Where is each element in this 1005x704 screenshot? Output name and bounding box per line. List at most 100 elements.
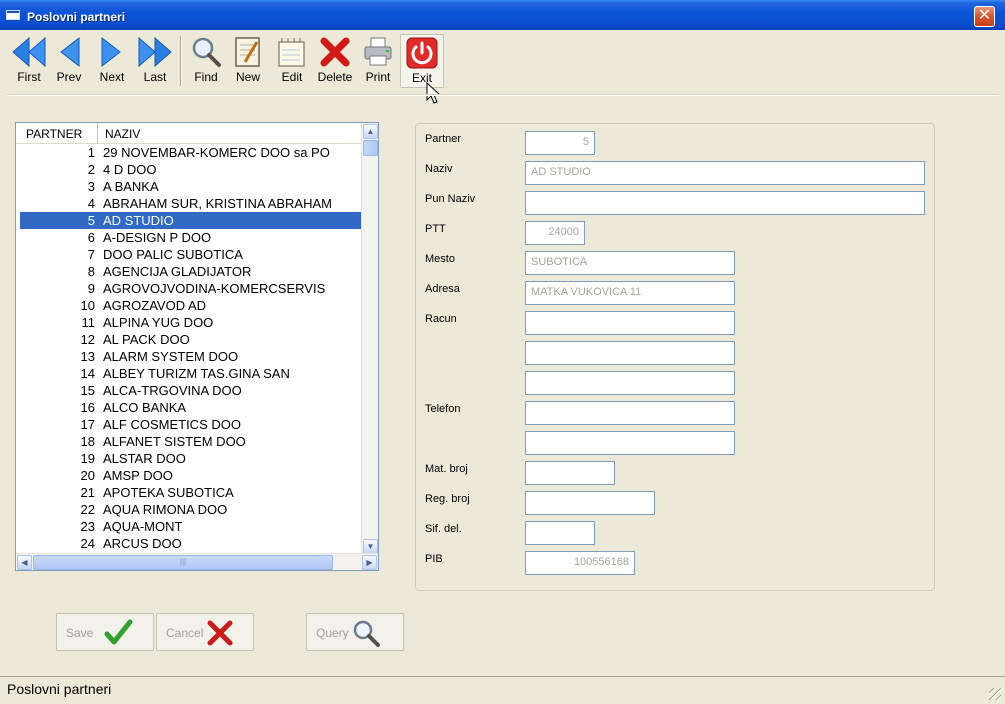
label-ptt: PTT [425,223,446,235]
label-pun-naziv: Pun Naziv [425,193,476,205]
table-row[interactable]: 22 AQUA RIMONA DOO [20,501,376,518]
find-button[interactable]: Find [184,34,228,88]
table-row[interactable]: 11 ALPINA YUG DOO [20,314,376,331]
list-rows: 1 29 NOVEMBAR-KOMERC DOO sa PO 2 4 D DOO 3 A … [20,144,376,552]
table-row[interactable]: 8 AGENCIJA GLADIJATOR [20,263,376,280]
table-row[interactable]: 7 DOO PALIC SUBOTICA [20,246,376,263]
new-label: New [235,70,260,84]
query-button[interactable]: Query [306,613,404,651]
table-row[interactable]: 4 ABRAHAM SUR, KRISTINA ABRAHAM [20,195,376,212]
table-row[interactable]: 14 ALBEY TURIZM TAS.GINA SAN [20,365,376,382]
row-partner-name: AQUA-MONT [103,519,183,534]
label-mat-broj: Mat. broj [425,463,468,475]
delete-button[interactable]: Delete [313,34,357,88]
partner-field[interactable]: 5 [525,131,595,155]
telefon-field-2[interactable] [525,431,735,455]
scroll-right-button[interactable]: ▶ [362,555,377,570]
print-button[interactable]: Print [356,34,400,88]
table-row[interactable]: 9 AGROVOJVODINA-KOMERCSERVIS [20,280,376,297]
row-partner-name: ABRAHAM SUR, KRISTINA ABRAHAM [103,196,332,211]
table-row[interactable]: 6 A-DESIGN P DOO [20,229,376,246]
vertical-scrollbar[interactable]: ▲ ▼ [361,123,378,555]
pib-field[interactable]: 100556168 [525,551,635,575]
ptt-field[interactable]: 24000 [525,221,585,245]
partner-list[interactable]: PARTNER NAZIV 1 29 NOVEMBAR-KOMERC DOO sa… [15,122,379,571]
table-row[interactable]: 15 ALCA-TRGOVINA DOO [20,382,376,399]
column-header-naziv[interactable]: NAZIV [99,123,365,144]
table-row[interactable]: 20 AMSP DOO [20,467,376,484]
row-partner-number: 21 [80,485,95,500]
sif-del-field[interactable] [525,521,595,545]
row-partner-name: AGROVOJVODINA-KOMERCSERVIS [103,281,326,296]
next-label: Next [99,70,125,84]
table-row[interactable]: 1 29 NOVEMBAR-KOMERC DOO sa PO [20,144,376,161]
toolbar-divider [7,94,999,96]
reg-broj-field[interactable] [525,491,655,515]
save-button[interactable]: Save [56,613,154,651]
adresa-field[interactable]: MATKA VUKOVICA 11 [525,281,735,305]
row-partner-number: 13 [80,349,95,364]
racun-field-1[interactable] [525,311,735,335]
row-partner-number: 9 [87,281,95,296]
scroll-left-button[interactable]: ◀ [17,555,32,570]
magnifier-icon [192,37,221,67]
label-partner: Partner [425,133,462,145]
table-row[interactable]: 23 AQUA-MONT [20,518,376,535]
horizontal-scroll-thumb[interactable]: ||| [33,555,333,570]
horizontal-scrollbar[interactable]: ◀ ||| ▶ [16,553,378,570]
row-partner-name: AD STUDIO [103,213,174,228]
row-partner-number: 12 [80,332,95,347]
new-button[interactable]: New [226,34,270,88]
table-row[interactable]: 21 APOTEKA SUBOTICA [20,484,376,501]
checkmark-icon [104,619,133,645]
delete-x-icon [320,37,350,67]
naziv-field[interactable]: AD STUDIO [525,161,925,185]
prev-button[interactable]: Prev [47,34,91,88]
close-button[interactable]: ✕ [974,6,995,27]
row-partner-name: ALCA-TRGOVINA DOO [103,383,242,398]
find-label: Find [194,70,218,84]
row-partner-number: 20 [80,468,95,483]
status-bar: Poslovni partneri [0,676,1005,704]
row-partner-number: 1 [87,145,95,160]
first-button[interactable]: First [7,34,51,88]
vertical-scroll-thumb[interactable] [363,140,378,156]
scroll-down-button[interactable]: ▼ [363,539,378,554]
next-button[interactable]: Next [90,34,134,88]
first-icon [12,36,46,68]
table-row[interactable]: 13 ALARM SYSTEM DOO [20,348,376,365]
mat-broj-field[interactable] [525,461,615,485]
telefon-field-1[interactable] [525,401,735,425]
edit-button[interactable]: Edit [270,34,314,88]
table-row[interactable]: 2 4 D DOO [20,161,376,178]
table-row[interactable]: 17 ALF COSMETICS DOO [20,416,376,433]
last-button[interactable]: Last [133,34,177,88]
table-row[interactable]: 16 ALCO BANKA [20,399,376,416]
exit-button[interactable]: Exit [400,34,444,88]
table-row[interactable]: 10 AGROZAVOD AD [20,297,376,314]
column-header-partner[interactable]: PARTNER [16,123,98,144]
row-partner-number: 11 [81,315,96,330]
table-row[interactable]: 19 ALSTAR DOO [20,450,376,467]
table-row[interactable]: 12 AL PACK DOO [20,331,376,348]
table-row[interactable]: 24 ARCUS DOO [20,535,376,552]
resize-grip-icon[interactable] [989,688,1001,700]
row-partner-name: ALPINA YUG DOO [103,315,214,330]
cancel-button[interactable]: Cancel [156,613,254,651]
label-reg-broj: Reg. broj [425,493,470,505]
pun-naziv-field[interactable] [525,191,925,215]
table-row[interactable]: 18 ALFANET SISTEM DOO [20,433,376,450]
table-row[interactable]: 3 A BANKA [20,178,376,195]
racun-field-3[interactable] [525,371,735,395]
row-partner-name: AL PACK DOO [103,332,190,347]
mesto-field[interactable]: SUBOTICA [525,251,735,275]
scroll-up-button[interactable]: ▲ [363,124,378,139]
query-label: Query [316,626,349,640]
row-partner-name: ALF COSMETICS DOO [103,417,241,432]
row-partner-name: 29 NOVEMBAR-KOMERC DOO sa PO [103,145,330,160]
prev-label: Prev [56,70,82,84]
toolbar-separator [180,36,182,86]
row-partner-number: 7 [87,247,95,262]
table-row[interactable]: 5 AD STUDIO [20,212,376,229]
racun-field-2[interactable] [525,341,735,365]
